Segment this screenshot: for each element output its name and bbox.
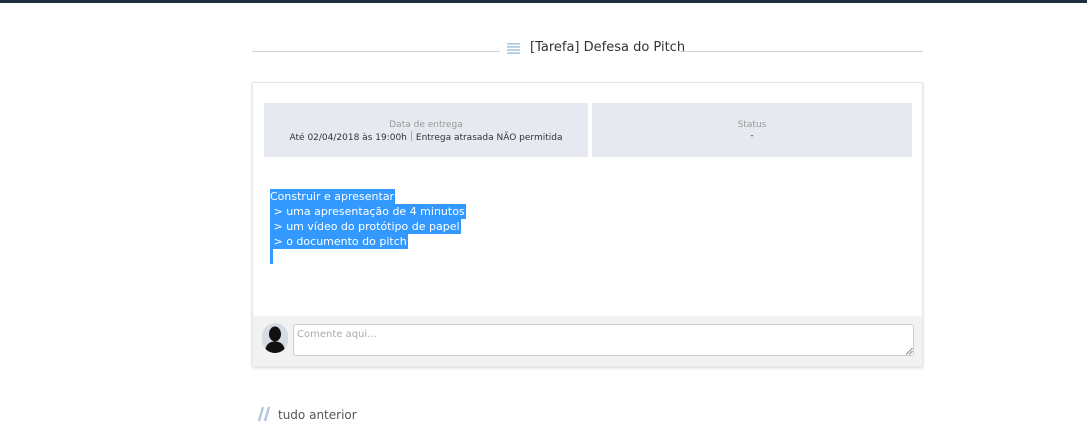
comment-bar bbox=[253, 316, 922, 366]
heading-divider-left bbox=[252, 51, 500, 52]
page-heading: [Tarefa] Defesa do Pitch bbox=[252, 38, 923, 62]
description-line: > uma apresentação de 4 minutos bbox=[270, 204, 466, 219]
user-silhouette-icon bbox=[265, 326, 285, 353]
selection-caret bbox=[270, 249, 273, 264]
previous-items-label: tudo anterior bbox=[278, 408, 357, 422]
description-line: Construir e apresentar bbox=[270, 189, 396, 204]
status-value: - bbox=[750, 131, 754, 141]
list-icon bbox=[507, 43, 520, 54]
due-date-value: Até 02/04/2018 às 19:00h Entrega atrasada… bbox=[264, 131, 588, 143]
task-description: Construir e apresentar > uma apresentaçã… bbox=[270, 189, 466, 264]
top-bar bbox=[0, 0, 1087, 3]
status-panel: Status - bbox=[592, 103, 912, 157]
late-submission-text: Entrega atrasada NÃO permitida bbox=[415, 133, 563, 143]
resize-grip-icon[interactable] bbox=[905, 347, 913, 355]
double-slash-icon bbox=[257, 406, 271, 422]
due-date-text: Até 02/04/2018 às 19:00h bbox=[289, 133, 407, 143]
description-line: > o documento do pitch bbox=[270, 234, 408, 249]
description-line: > um vídeo do protótipo de papel bbox=[270, 219, 461, 234]
avatar bbox=[262, 323, 288, 353]
heading-divider-right bbox=[680, 51, 923, 52]
comment-input[interactable] bbox=[293, 324, 914, 356]
task-card: Data de entrega Até 02/04/2018 às 19:00h… bbox=[252, 82, 923, 367]
status-label: Status bbox=[737, 120, 767, 130]
value-separator bbox=[410, 131, 412, 141]
page-title: [Tarefa] Defesa do Pitch bbox=[530, 40, 686, 55]
due-date-panel: Data de entrega Até 02/04/2018 às 19:00h… bbox=[264, 103, 588, 157]
due-date-label: Data de entrega bbox=[389, 120, 463, 130]
